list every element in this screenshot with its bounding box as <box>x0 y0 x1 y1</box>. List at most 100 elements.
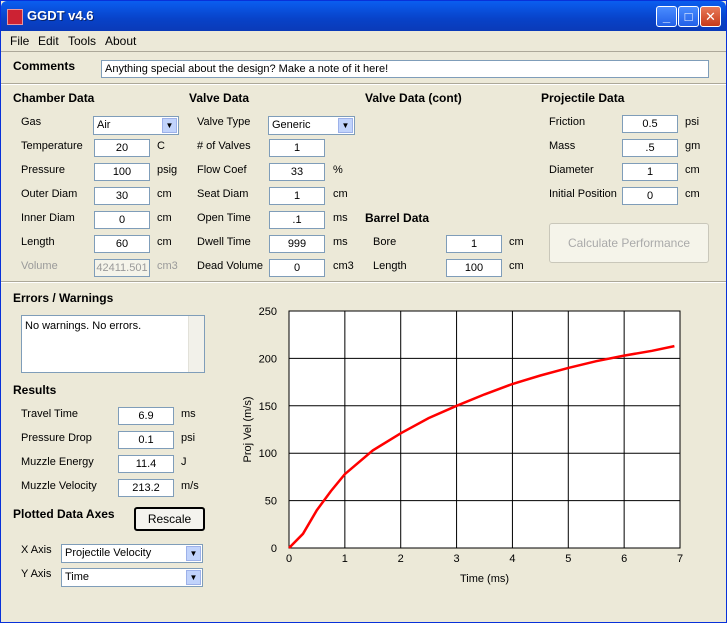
comments-label: Comments <box>13 59 76 73</box>
temperature-unit: C <box>157 140 165 152</box>
dwell-time-input[interactable]: 999 <box>269 235 325 253</box>
results-title: Results <box>13 383 57 397</box>
inner-diam-unit: cm <box>157 212 172 224</box>
chevron-down-icon[interactable]: ▼ <box>338 118 353 133</box>
chevron-down-icon[interactable]: ▼ <box>186 546 201 561</box>
outer-diam-label: Outer Diam <box>21 188 78 200</box>
mass-input[interactable]: .5 <box>622 139 678 157</box>
travel-time-label: Travel Time <box>21 408 79 420</box>
muzzle-energy-unit: J <box>181 456 187 468</box>
app-window: GGDT v4.6 _ □ ✕ File Edit Tools About Co… <box>0 0 727 623</box>
y-tick-label: 100 <box>259 448 277 460</box>
x-tick-label: 3 <box>454 553 460 565</box>
window-title: GGDT v4.6 <box>27 8 94 23</box>
calculate-performance-button[interactable]: Calculate Performance <box>549 223 709 263</box>
valve-type-select[interactable]: Generic ▼ <box>268 116 355 135</box>
length-label: Length <box>21 236 55 248</box>
gas-label: Gas <box>21 116 42 128</box>
x-axis-label: X Axis <box>21 544 52 556</box>
temperature-input[interactable]: 20 <box>94 139 150 157</box>
seat-diam-input[interactable]: 1 <box>269 187 325 205</box>
menu-tools[interactable]: Tools <box>68 34 96 48</box>
menu-about[interactable]: About <box>105 34 136 48</box>
num-valves-input[interactable]: 1 <box>269 139 325 157</box>
y-tick-label: 200 <box>259 353 277 365</box>
pressure-unit: psig <box>157 164 178 176</box>
initial-position-input[interactable]: 0 <box>622 187 678 205</box>
valve-title: Valve Data <box>189 91 250 105</box>
x-axis-value: Projectile Velocity <box>65 547 152 559</box>
volume-value: 42411.501 <box>94 259 150 277</box>
y-tick-label: 150 <box>259 401 277 413</box>
x-tick-label: 4 <box>509 553 515 565</box>
gas-select[interactable]: Air ▼ <box>93 116 179 135</box>
maximize-icon: □ <box>684 9 693 24</box>
diameter-input[interactable]: 1 <box>622 163 678 181</box>
chamber-title: Chamber Data <box>13 91 95 105</box>
y-axis-value: Time <box>65 571 90 583</box>
travel-time-unit: ms <box>181 408 196 420</box>
muzzle-energy-value: 11.4 <box>118 455 174 473</box>
length-input[interactable]: 60 <box>94 235 150 253</box>
travel-time-value: 6.9 <box>118 407 174 425</box>
outer-diam-input[interactable]: 30 <box>94 187 150 205</box>
barrel-length-input[interactable]: 100 <box>446 259 502 277</box>
x-axis-select[interactable]: Projectile Velocity ▼ <box>61 544 203 563</box>
initial-position-unit: cm <box>685 188 700 200</box>
friction-input[interactable]: 0.5 <box>622 115 678 133</box>
friction-label: Friction <box>549 116 586 128</box>
y-tick-label: 250 <box>259 306 277 318</box>
muzzle-velocity-unit: m/s <box>181 480 199 492</box>
menu-file[interactable]: File <box>10 34 29 48</box>
maximize-button[interactable]: □ <box>678 6 699 27</box>
x-axis-title: Time (ms) <box>460 573 509 585</box>
chevron-down-icon[interactable]: ▼ <box>186 570 201 585</box>
errors-text: No warnings. No errors. <box>25 320 142 332</box>
dead-volume-input[interactable]: 0 <box>269 259 325 277</box>
barrel-title: Barrel Data <box>365 211 430 225</box>
inner-diam-label: Inner Diam <box>21 212 75 224</box>
errors-title: Errors / Warnings <box>13 291 114 305</box>
y-tick-label: 50 <box>265 496 277 508</box>
pressure-drop-label: Pressure Drop <box>21 432 92 444</box>
valve-cont-title: Valve Data (cont) <box>365 91 462 105</box>
y-axis-title: Proj Vel (m/s) <box>242 396 254 462</box>
y-axis-select[interactable]: Time ▼ <box>61 568 203 587</box>
title-bar[interactable]: GGDT v4.6 _ □ ✕ <box>1 1 726 31</box>
flow-coef-input[interactable]: 33 <box>269 163 325 181</box>
x-tick-label: 1 <box>342 553 348 565</box>
open-time-input[interactable]: .1 <box>269 211 325 229</box>
rescale-button[interactable]: Rescale <box>134 507 205 531</box>
dead-volume-label: Dead Volume <box>197 260 264 272</box>
comments-input[interactable]: Anything special about the design? Make … <box>101 60 709 78</box>
mass-label: Mass <box>549 140 576 152</box>
close-icon: ✕ <box>705 9 716 24</box>
x-tick-label: 0 <box>286 553 292 565</box>
dwell-time-unit: ms <box>333 236 348 248</box>
x-tick-label: 6 <box>621 553 627 565</box>
seat-diam-unit: cm <box>333 188 348 200</box>
flow-coef-label: Flow Coef <box>197 164 247 176</box>
outer-diam-unit: cm <box>157 188 172 200</box>
dead-volume-unit: cm3 <box>333 260 354 272</box>
muzzle-velocity-value: 213.2 <box>118 479 174 497</box>
menu-edit[interactable]: Edit <box>38 34 59 48</box>
flow-coef-unit: % <box>333 164 343 176</box>
divider <box>1 83 726 85</box>
projectile-title: Projectile Data <box>541 91 625 105</box>
errors-textbox[interactable]: No warnings. No errors. <box>21 315 205 373</box>
bore-input[interactable]: 1 <box>446 235 502 253</box>
errors-scrollbar[interactable] <box>188 316 204 372</box>
minimize-button[interactable]: _ <box>656 6 677 27</box>
gas-value: Air <box>97 119 111 131</box>
y-axis-label: Y Axis <box>21 568 52 580</box>
length-unit: cm <box>157 236 172 248</box>
inner-diam-input[interactable]: 0 <box>94 211 150 229</box>
barrel-length-unit: cm <box>509 260 524 272</box>
chevron-down-icon[interactable]: ▼ <box>162 118 177 133</box>
muzzle-energy-label: Muzzle Energy <box>21 456 94 468</box>
pressure-drop-value: 0.1 <box>118 431 174 449</box>
close-button[interactable]: ✕ <box>700 6 721 27</box>
pressure-input[interactable]: 100 <box>94 163 150 181</box>
mass-unit: gm <box>685 140 701 152</box>
